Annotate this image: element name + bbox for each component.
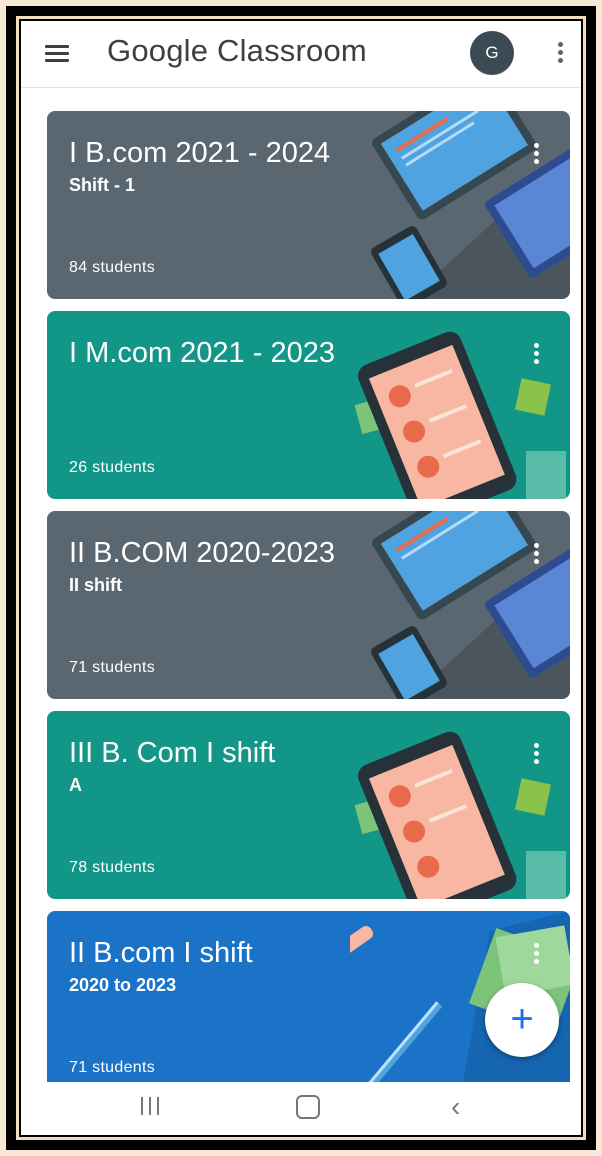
card-options-icon[interactable] (534, 943, 540, 967)
student-count: 26 students (69, 459, 156, 476)
more-options-icon[interactable] (558, 42, 564, 66)
class-card[interactable]: II B.COM 2020-2023 II shift 71 students (47, 511, 570, 699)
hamburger-menu-icon[interactable] (45, 41, 69, 65)
plus-icon: + (510, 997, 534, 1041)
class-section: II shift (69, 575, 122, 595)
home-icon[interactable] (296, 1095, 320, 1119)
card-options-icon[interactable] (534, 743, 540, 767)
app-title: Google Classroom (107, 33, 367, 68)
student-count: 71 students (69, 1059, 156, 1076)
class-card[interactable]: I M.com 2021 - 2023 26 students (47, 311, 570, 499)
back-icon[interactable]: ‹ (451, 1091, 460, 1123)
class-title: III B. Com I shift (69, 737, 276, 769)
card-options-icon[interactable] (534, 343, 540, 367)
phone-screen: Google Classroom G I B.com 2021 - 2024 S… (21, 21, 581, 1135)
decorative-frame: Google Classroom G I B.com 2021 - 2024 S… (0, 0, 602, 1156)
create-class-button[interactable]: + (485, 983, 559, 1057)
student-count: 71 students (69, 659, 156, 676)
card-options-icon[interactable] (534, 143, 540, 167)
class-card[interactable]: II B.com I shift 2020 to 2023 71 student… (47, 911, 570, 1082)
phone-contacts-illustration (354, 731, 566, 899)
class-card[interactable]: I B.com 2021 - 2024 Shift - 1 84 student… (47, 111, 570, 299)
class-section: A (69, 775, 82, 795)
account-avatar[interactable]: G (470, 31, 514, 75)
student-count: 84 students (69, 259, 156, 276)
class-title: II B.COM 2020-2023 (69, 537, 335, 569)
class-title: II B.com I shift (69, 937, 253, 969)
class-card[interactable]: III B. Com I shift A 78 students (47, 711, 570, 899)
student-count: 78 students (69, 859, 156, 876)
system-nav-bar: ‹ (21, 1082, 581, 1135)
class-section: Shift - 1 (69, 175, 135, 195)
recent-apps-icon[interactable] (139, 1094, 161, 1116)
class-title: I M.com 2021 - 2023 (69, 337, 335, 369)
class-section: 2020 to 2023 (69, 975, 177, 995)
phone-contacts-illustration (354, 331, 566, 499)
laptop-tablet-illustration (371, 111, 570, 299)
card-options-icon[interactable] (534, 543, 540, 567)
app-bar: Google Classroom G (21, 21, 581, 88)
class-title: I B.com 2021 - 2024 (69, 137, 331, 169)
laptop-tablet-illustration (371, 511, 570, 699)
